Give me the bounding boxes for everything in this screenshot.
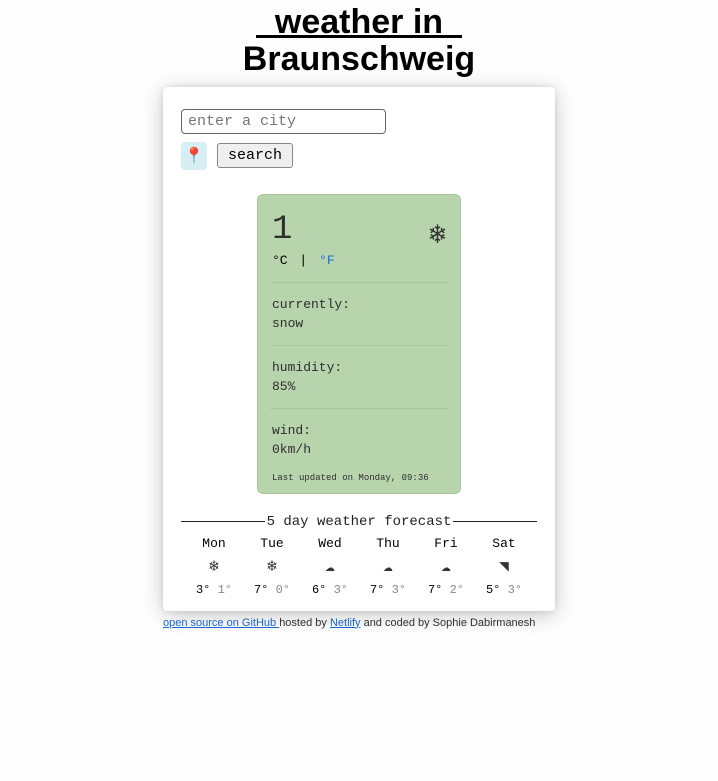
divider (270, 345, 448, 346)
weather-condition-icon: ❄ (429, 217, 446, 252)
humidity-value: 85% (272, 379, 446, 394)
forecast-day-lo: 3° (508, 583, 522, 597)
unit-celsius-link[interactable]: °C (272, 253, 288, 268)
forecast-day-name: Sat (475, 536, 533, 551)
forecast-day-icon: ❄ (243, 557, 301, 577)
temperature-value: 1 (272, 213, 335, 247)
forecast-section: 5 day weather forecast Mon❄3° 1°Tue❄7° 0… (181, 514, 537, 597)
footer: open source on GitHub hosted by Netlify … (163, 617, 555, 629)
divider (270, 408, 448, 409)
forecast-day-icon: ◥ (475, 557, 533, 577)
forecast-day-temps: 7° 2° (417, 583, 475, 597)
page-title-city: Braunschweig (243, 40, 475, 78)
forecast-day-hi: 3° (196, 583, 210, 597)
pin-icon: 📍 (184, 146, 204, 166)
footer-coded-text: and coded by Sophie Dabirmanesh (361, 617, 536, 629)
forecast-day-name: Wed (301, 536, 359, 551)
forecast-day: Sat ◥ 5° 3° (475, 536, 533, 597)
forecast-day-icon: ☁ (417, 557, 475, 577)
forecast-day-temps: 3° 1° (185, 583, 243, 597)
unit-fahrenheit-link[interactable]: °F (319, 253, 335, 268)
forecast-day-name: Mon (185, 536, 243, 551)
forecast-day: Mon ❄ 3° 1° (185, 536, 243, 597)
forecast-title: 5 day weather forecast (265, 514, 454, 530)
forecast-day-hi: 5° (486, 583, 500, 597)
forecast-day-lo: 0° (276, 583, 290, 597)
forecast-day-name: Tue (243, 536, 301, 551)
forecast-day-temps: 5° 3° (475, 583, 533, 597)
forecast-day-temps: 7° 0° (243, 583, 301, 597)
netlify-link[interactable]: Netlify (330, 617, 361, 629)
forecast-day-name: Fri (417, 536, 475, 551)
search-button[interactable]: search (217, 143, 293, 168)
footer-hosted-text: hosted by (279, 617, 330, 629)
forecast-day-lo: 3° (334, 583, 348, 597)
forecast-day: Wed ☁ 6° 3° (301, 536, 359, 597)
currently-label: currently: (272, 297, 446, 312)
forecast-day-lo: 2° (450, 583, 464, 597)
forecast-day-temps: 7° 3° (359, 583, 417, 597)
wind-value: 0km/h (272, 442, 446, 457)
divider (270, 282, 448, 283)
forecast-day-icon: ❄ (185, 557, 243, 577)
forecast-day: Tue ❄ 7° 0° (243, 536, 301, 597)
forecast-day-hi: 7° (428, 583, 442, 597)
weather-card: 📍 search 1 °C | °F ❄ currently: snow hum… (163, 87, 555, 611)
last-updated: Last updated on Monday, 09:36 (272, 473, 446, 483)
humidity-label: humidity: (272, 360, 446, 375)
currently-value: snow (272, 316, 446, 331)
forecast-day-icon: ☁ (301, 557, 359, 577)
city-input[interactable] (181, 109, 386, 134)
unit-separator: | (295, 253, 311, 268)
forecast-day: Fri ☁ 7° 2° (417, 536, 475, 597)
wind-label: wind: (272, 423, 446, 438)
forecast-day-hi: 7° (370, 583, 384, 597)
forecast-day: Thu ☁ 7° 3° (359, 536, 417, 597)
forecast-day-hi: 6° (312, 583, 326, 597)
forecast-day-icon: ☁ (359, 557, 417, 577)
forecast-day-lo: 3° (392, 583, 406, 597)
geolocate-button[interactable]: 📍 (181, 142, 207, 170)
forecast-day-lo: 1° (218, 583, 232, 597)
forecast-day-hi: 7° (254, 583, 268, 597)
github-link[interactable]: open source on GitHub (163, 617, 279, 629)
forecast-day-temps: 6° 3° (301, 583, 359, 597)
forecast-day-name: Thu (359, 536, 417, 551)
current-weather-panel: 1 °C | °F ❄ currently: snow humidity: 85… (257, 194, 461, 494)
page-title-line1: weather in (256, 3, 462, 41)
